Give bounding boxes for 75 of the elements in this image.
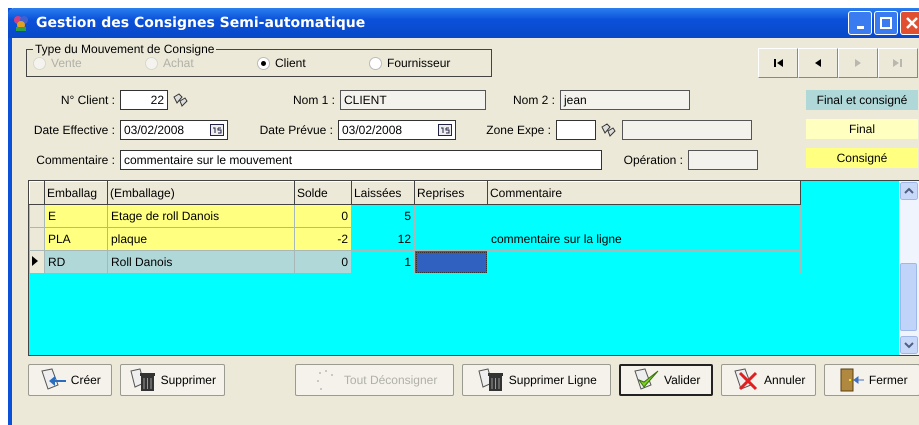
table-cell[interactable]	[488, 250, 800, 274]
column-header[interactable]: Reprises	[414, 182, 488, 204]
minimize-icon	[856, 26, 864, 28]
radio-label: Client	[275, 56, 306, 70]
action-button[interactable]: Supprimer Ligne	[462, 364, 612, 396]
table-cell: RD	[44, 250, 108, 274]
radio-option[interactable]: Fournisseur	[369, 56, 481, 70]
flower-icon	[12, 14, 30, 32]
name-field[interactable]: CLIENT	[340, 90, 486, 110]
minimize-button[interactable]	[848, 11, 872, 35]
trash-icon	[128, 367, 157, 393]
column-header[interactable]: (Emballage)	[108, 182, 294, 204]
legend-label: Final et consigné	[806, 90, 918, 110]
close-button[interactable]	[900, 11, 919, 35]
date-field[interactable]: 03/02/2008	[120, 120, 228, 140]
scroll-up-icon[interactable]	[900, 182, 918, 200]
maximize-button[interactable]	[874, 11, 898, 35]
table-cell[interactable]	[414, 228, 488, 250]
action-button[interactable]: Valider	[619, 364, 713, 396]
field-label: Date Prévue :	[258, 123, 334, 137]
field-label: Opération :	[622, 153, 684, 167]
maximize-icon	[880, 17, 892, 29]
action-button[interactable]: Supprimer	[120, 364, 226, 396]
window-title: Gestion des Consignes Semi-automatique	[36, 15, 366, 31]
name-field[interactable]: jean	[560, 90, 690, 110]
skip-arrow-icon	[892, 57, 904, 69]
current-row-icon	[32, 256, 38, 266]
action-button[interactable]: Annuler	[720, 364, 816, 396]
column-header[interactable]: Commentaire	[488, 182, 800, 204]
date-field[interactable]: 03/02/2008	[338, 120, 456, 140]
table-cell[interactable]: 1	[352, 250, 414, 274]
radio-option[interactable]: Client	[257, 56, 369, 70]
table-cell[interactable]	[414, 204, 488, 228]
radio-label: Achat	[163, 56, 194, 70]
action-button[interactable]: Créer	[28, 364, 112, 396]
table-row[interactable]: PLA plaque -2 12 commentaire sur la ligne	[30, 228, 800, 250]
close-icon	[906, 17, 918, 29]
skip-arrow-icon	[772, 57, 784, 69]
comment-field[interactable]: commentaire sur le mouvement	[120, 150, 602, 170]
column-header[interactable]: Laissées	[352, 182, 414, 204]
legend-label: Consigné	[806, 148, 918, 168]
client-number-field[interactable]: 22	[120, 90, 168, 110]
operation-field	[688, 150, 758, 170]
scrollbar[interactable]	[899, 181, 919, 355]
table-row[interactable]: RD Roll Danois 0 1	[30, 250, 800, 274]
calendar-icon[interactable]	[210, 124, 224, 136]
header-cell	[30, 182, 44, 204]
column-header[interactable]: Solde	[294, 182, 352, 204]
field-label: Date Effective :	[32, 123, 116, 137]
radio-label: Fournisseur	[387, 56, 450, 70]
navigation-button[interactable]	[758, 48, 798, 78]
zone-field[interactable]	[556, 120, 596, 140]
calendar-icon[interactable]	[438, 124, 452, 136]
table-cell: Roll Danois	[108, 250, 294, 274]
field-label: Commentaire :	[35, 153, 116, 167]
legend-label: Final	[806, 119, 918, 139]
table-cell[interactable]: 5	[352, 204, 414, 228]
field-label: Nom 1 :	[292, 93, 336, 107]
radio-button[interactable]	[257, 56, 270, 70]
field-label: N° Client :	[60, 93, 116, 107]
radio-label: Vente	[51, 56, 82, 70]
action-button[interactable]: Fermer	[824, 364, 919, 396]
column-header[interactable]: Emballag	[44, 182, 108, 204]
table-row[interactable]: E Etage de roll Danois 0 5	[30, 204, 800, 228]
table-cell[interactable]	[414, 250, 488, 274]
group-legend: Type du Mouvement de Consigne	[33, 42, 216, 56]
scrollbar-thumb[interactable]	[900, 263, 917, 331]
scroll-down-icon[interactable]	[900, 336, 918, 354]
field-label: Nom 2 :	[512, 93, 556, 107]
trash-icon	[476, 367, 505, 393]
radio-button[interactable]	[369, 56, 382, 70]
table-cell[interactable]	[488, 204, 800, 228]
table-cell[interactable]: 12	[352, 228, 414, 250]
field-label: Zone Expe :	[485, 123, 552, 137]
table-cell[interactable]: commentaire sur la ligne	[488, 228, 800, 250]
